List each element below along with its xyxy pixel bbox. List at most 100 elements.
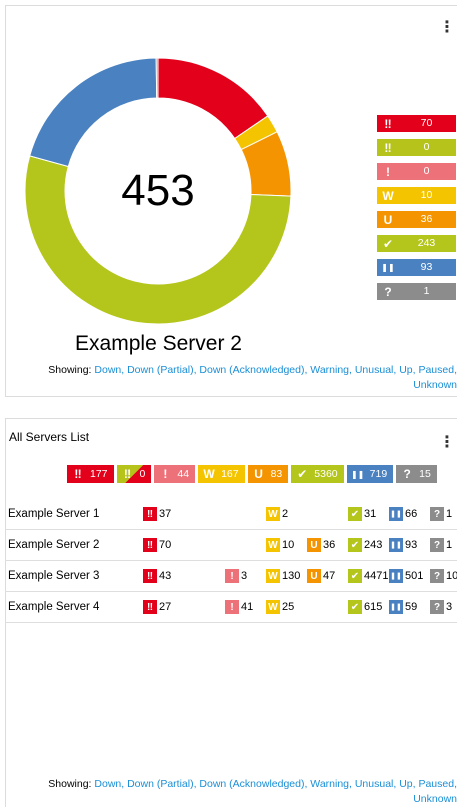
showing-label: Showing: (48, 778, 92, 790)
summary-value: 44 (177, 468, 190, 480)
table-row[interactable]: Example Server 2 ‼ 70 W 10 U 36 ✔ 243 ❚❚ 93? 1 (5, 530, 457, 561)
legend-item-down-partial[interactable]: ‼ 0 (377, 139, 456, 156)
checkmark-icon: ✔ (382, 236, 394, 251)
legend-item-up[interactable]: ✔ 243 (377, 235, 456, 252)
summary-chip-down-ack[interactable]: ! 44 (154, 465, 196, 483)
status-cell-unknown[interactable]: ? 1 (430, 538, 452, 552)
total-count: 453 (121, 166, 195, 215)
pause-icon: ❚❚ (350, 469, 365, 479)
status-cell-down[interactable]: ‼ 70 (143, 538, 171, 552)
status-count: 10 (446, 570, 457, 582)
summary-chip-unknown[interactable]: ? 15 (396, 465, 437, 483)
summary-chip-paused[interactable]: ❚❚ 719 (346, 465, 394, 483)
summary-value: 719 (369, 468, 388, 480)
status-cell-warning[interactable]: W 25 (266, 600, 294, 614)
status-cell-warning[interactable]: W 10 (266, 538, 294, 552)
server-name: Example Server 3 (8, 570, 100, 582)
status-cell-up[interactable]: ✔ 31 (348, 507, 376, 521)
question-icon: ? (430, 538, 444, 552)
server-name: Example Server 1 (8, 508, 100, 520)
donut-slice-unknown[interactable] (155, 57, 159, 99)
status-count: 66 (405, 508, 418, 520)
exclamation-icon: ! (386, 164, 390, 179)
showing-filter: Showing: Down, Down (Partial), Down (Ack… (37, 777, 457, 807)
donut-slice-down[interactable] (157, 57, 269, 140)
status-cell-unusual[interactable]: U 47 (307, 569, 335, 583)
status-count: 130 (282, 570, 301, 582)
legend-value: 0 (423, 165, 430, 177)
status-count: 3 (446, 601, 453, 613)
status-cell-up[interactable]: ✔ 243 (348, 538, 382, 552)
question-icon: ? (430, 569, 444, 583)
status-cell-down[interactable]: ‼ 37 (143, 507, 171, 521)
server-name: Example Server 4 (8, 601, 100, 613)
status-cell-up[interactable]: ✔ 615 (348, 600, 382, 614)
legend-item-down[interactable]: ‼ 70 (377, 115, 456, 132)
summary-value: 5360 (314, 468, 338, 480)
donut-slice-paused[interactable] (29, 57, 158, 168)
status-count: 31 (364, 508, 377, 520)
legend-item-warning[interactable]: W 10 (377, 187, 456, 204)
showing-filter-link[interactable]: Down, Down (Partial), Down (Acknowledged… (94, 364, 457, 376)
kebab-icon[interactable]: ⋮ (439, 435, 455, 451)
status-cell-paused[interactable]: ❚❚ 66 (389, 507, 417, 521)
status-cell-paused[interactable]: ❚❚ 59 (389, 600, 417, 614)
legend-item-down-ack[interactable]: ! 0 (377, 163, 456, 180)
status-cell-warning[interactable]: W2 (266, 507, 288, 521)
double-exclamation-icon: ‼ (384, 116, 392, 131)
exclamation-icon: ! (163, 467, 168, 481)
kebab-icon[interactable]: ⋮ (439, 20, 455, 36)
table-row[interactable]: Example Server 1 ‼ 37 W 2 ✔ 31 ❚❚ 66 ? 1 (5, 499, 457, 530)
summary-chip-unusual[interactable]: U 83 (247, 465, 289, 483)
status-count: 36 (323, 539, 336, 551)
summary-chip-warning[interactable]: W 167 (198, 465, 245, 483)
showing-filter-link[interactable]: Down, Down (Partial), Down (Acknowledged… (94, 778, 457, 790)
summary-chip-down[interactable]: ‼ 177 (67, 465, 114, 483)
double-exclamation-icon: ‼ (123, 467, 132, 481)
pause-icon: ❚❚ (381, 263, 395, 272)
question-icon: ? (384, 284, 392, 299)
status-count: 1 (446, 539, 453, 551)
table-row[interactable]: Example Server 4 ‼ 27 ! 41 W 25 ✔ 615 ❚❚ 59 ? 3 (5, 592, 457, 623)
summary-value: 83 (270, 468, 283, 480)
showing-filter-link-cont[interactable]: Unknown (413, 793, 457, 805)
status-cell-paused[interactable]: ❚❚ 93 (389, 538, 417, 552)
legend-item-paused[interactable]: ❚❚ 93 (377, 259, 456, 276)
summary-value: 15 (419, 468, 431, 480)
table-row[interactable]: Example Server 3 ‼ 43! 3 W 130 U 47 ✔ 4471 ❚❚ 501? 1… (5, 561, 457, 592)
double-exclamation-icon: ‼ (143, 600, 157, 614)
status-cell-unknown[interactable]: ? 3 (430, 600, 452, 614)
status-cell-down[interactable]: ‼ 43 (143, 569, 171, 583)
question-icon: ? (403, 467, 411, 481)
legend-value: 1 (423, 285, 430, 297)
summary-chip-down-partial[interactable]: ‼ 0 (116, 465, 152, 483)
status-cell-down-ack[interactable]: ! 3 (225, 569, 247, 583)
status-count: 10 (282, 539, 295, 551)
legend-item-unusual[interactable]: U 36 (377, 211, 456, 228)
status-cell-paused[interactable]: ❚❚ 501 (389, 569, 423, 583)
legend-value: 70 (420, 117, 433, 129)
legend-item-unknown[interactable]: ? 1 (377, 283, 456, 300)
double-exclamation-icon: ‼ (143, 507, 157, 521)
unusual-u-icon: U (383, 212, 393, 227)
status-cell-unknown[interactable]: ? 10 (430, 569, 457, 583)
pause-icon: ❚❚ (389, 507, 403, 521)
status-cell-up[interactable]: ✔ 4471 (348, 569, 388, 583)
status-cell-warning[interactable]: W 130 (266, 569, 300, 583)
checkmark-icon: ✔ (297, 467, 308, 481)
status-count: 93 (405, 539, 418, 551)
checkmark-icon: ✔ (348, 507, 362, 521)
summary-chip-up[interactable]: ✔ 5360 (291, 465, 344, 483)
status-cell-down-ack[interactable]: ! 41 (225, 600, 253, 614)
checkmark-icon: ✔ (348, 538, 362, 552)
status-cell-down[interactable]: ‼ 27 (143, 600, 171, 614)
status-count: 27 (159, 601, 172, 613)
checkmark-icon: ✔ (348, 600, 362, 614)
status-summary-bar: ‼ 177 ‼ 0! 44 W 167 U 83 ✔ 5360 ❚❚ 719? 15 (67, 465, 437, 483)
summary-value: 177 (90, 468, 108, 480)
status-cell-unusual[interactable]: U 36 (307, 538, 335, 552)
showing-filter-link-cont[interactable]: Unknown (413, 379, 457, 391)
summary-value: 0 (139, 468, 146, 480)
server-title: Example Server 2 (75, 332, 242, 355)
status-cell-unknown[interactable]: ? 1 (430, 507, 452, 521)
